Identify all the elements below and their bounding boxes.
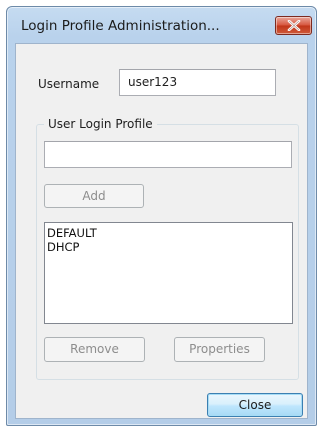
remove-button[interactable]: Remove — [44, 337, 145, 362]
list-item[interactable]: DEFAULT — [47, 226, 290, 240]
title-bar[interactable]: Login Profile Administration... — [7, 7, 316, 43]
properties-button[interactable]: Properties — [174, 337, 265, 362]
add-button[interactable]: Add — [44, 184, 144, 208]
profile-name-input[interactable] — [44, 141, 292, 168]
username-field[interactable]: user123 — [119, 69, 276, 96]
window-close-button[interactable] — [275, 16, 312, 35]
user-login-profile-label: User Login Profile — [44, 117, 157, 131]
dialog-client-area: Username user123 User Login Profile Add … — [15, 43, 308, 419]
window-title: Login Profile Administration... — [21, 18, 220, 34]
list-item[interactable]: DHCP — [47, 240, 290, 254]
close-button[interactable]: Close — [207, 393, 303, 417]
profile-list[interactable]: DEFAULT DHCP — [44, 222, 293, 324]
close-icon — [287, 20, 301, 31]
dialog-window: Login Profile Administration... Username… — [6, 6, 317, 426]
username-label: Username — [38, 77, 100, 91]
